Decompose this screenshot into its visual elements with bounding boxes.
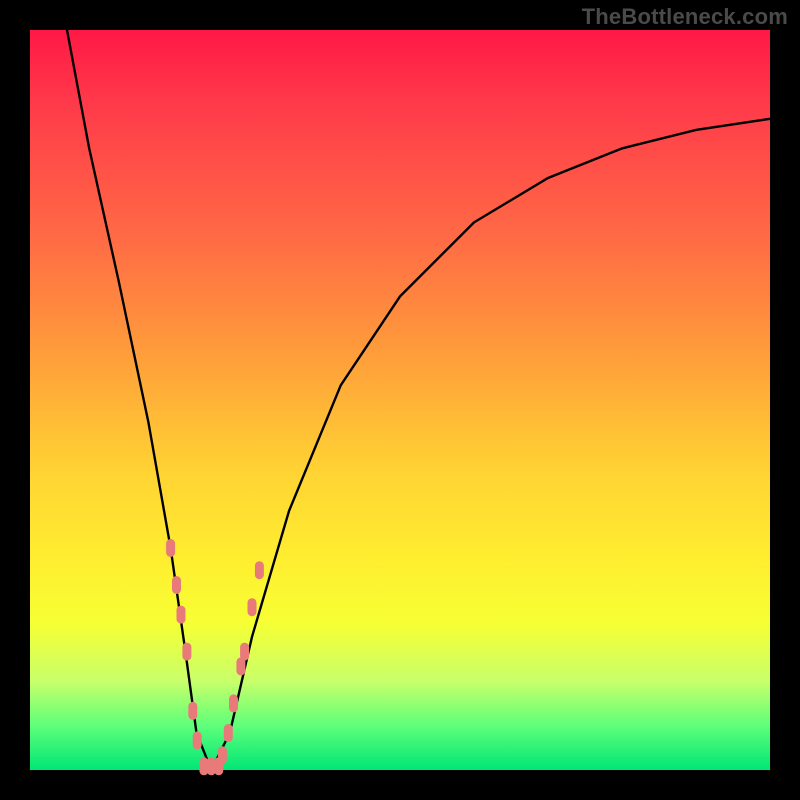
curve-svg <box>30 30 770 770</box>
curve-marker <box>255 561 264 579</box>
curve-marker <box>248 598 257 616</box>
curve-markers <box>166 539 264 775</box>
chart-frame: TheBottleneck.com <box>0 0 800 800</box>
curve-marker <box>182 643 191 661</box>
plot-area <box>30 30 770 770</box>
curve-marker <box>224 724 233 742</box>
curve-marker <box>172 576 181 594</box>
curve-marker <box>218 746 227 764</box>
curve-marker <box>193 731 202 749</box>
curve-marker <box>188 702 197 720</box>
watermark-text: TheBottleneck.com <box>582 4 788 30</box>
curve-marker <box>177 606 186 624</box>
curve-marker <box>166 539 175 557</box>
bottleneck-curve <box>67 30 770 770</box>
curve-marker <box>229 694 238 712</box>
curve-marker <box>240 643 249 661</box>
